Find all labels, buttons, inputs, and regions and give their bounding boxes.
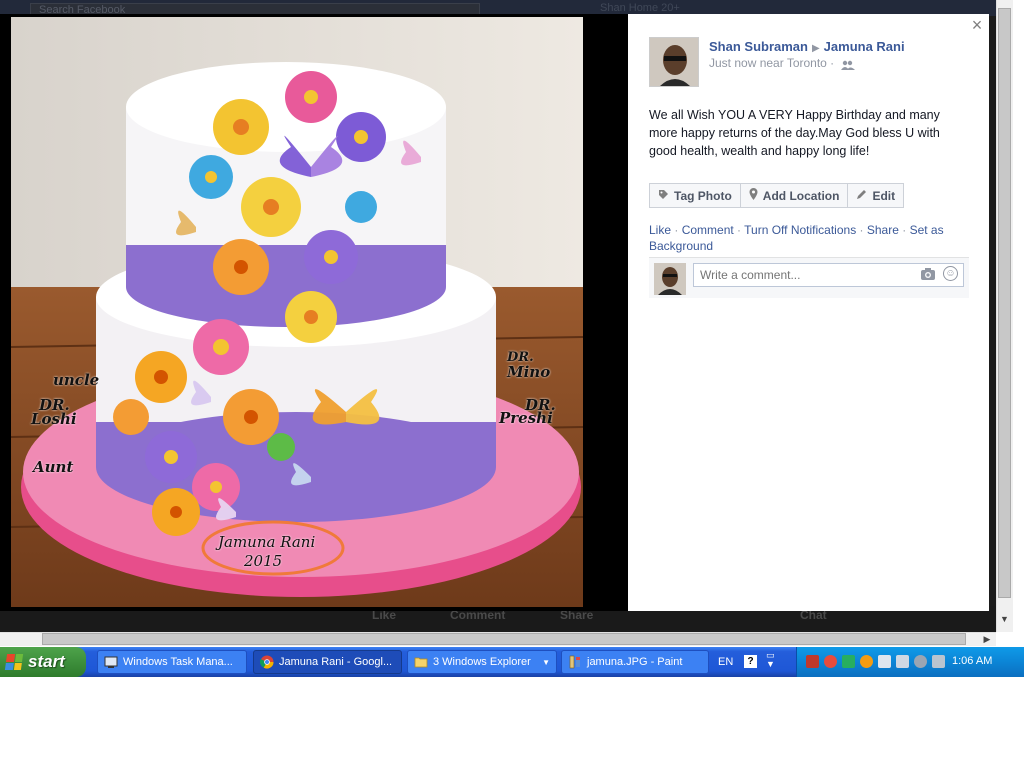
start-button[interactable]: start <box>0 647 86 677</box>
tray-opera-icon[interactable] <box>824 655 837 668</box>
language-bar-options-icon[interactable]: ▭ ▼ <box>766 651 775 669</box>
photo-action-buttons: Tag Photo Add Location Edit <box>649 183 905 208</box>
location-pin-icon <box>749 188 758 203</box>
ufi-links: Like · Comment · Turn Off Notifications … <box>649 223 944 253</box>
tray-display-icon[interactable] <box>896 655 909 668</box>
language-indicator[interactable]: EN <box>718 656 733 668</box>
camera-icon[interactable] <box>920 267 936 281</box>
start-label: start <box>28 652 65 671</box>
tray-app-icon[interactable] <box>806 655 819 668</box>
post-meta: Just now near Toronto · <box>709 56 855 70</box>
label-dr-preshi: Preshi <box>499 409 553 427</box>
screen: Search Facebook Shan Home 20+ Like Comme… <box>0 0 1024 768</box>
windows-logo-icon <box>4 654 24 670</box>
taskbar-chrome[interactable]: Jamuna Rani - Googl... <box>253 650 402 674</box>
paint-icon <box>568 655 582 669</box>
label-dr-mino: Mino <box>507 363 551 381</box>
task-label: Windows Task Mana... <box>123 656 233 668</box>
task-label: 3 Windows Explorer <box>433 656 531 668</box>
cake-photo[interactable]: uncle DR. Loshi Aunt DR. Mino DR. Preshi… <box>11 17 583 607</box>
avatar-portrait-icon <box>650 38 698 86</box>
add-location-label: Add Location <box>762 188 840 203</box>
tray-orange-icon[interactable] <box>860 655 873 668</box>
cake-illustration <box>11 17 583 607</box>
like-link[interactable]: Like <box>649 223 671 237</box>
arrow-right-icon: ▶ <box>811 43 820 54</box>
label-year: 2015 <box>244 552 283 570</box>
group-arrow-icon: ▼ <box>542 657 550 667</box>
author-line: Shan Subraman ▶ Jamuna Rani <box>709 39 905 54</box>
smiley-icon[interactable]: ☺ <box>943 266 958 281</box>
scroll-down-arrow-icon[interactable]: ▼ <box>998 614 1011 628</box>
photo-caption: We all Wish YOU A VERY Happy Birthday an… <box>649 108 940 158</box>
vertical-scrollbar-thumb[interactable] <box>998 8 1011 598</box>
task-label: Jamuna Rani - Googl... <box>279 656 393 668</box>
task-manager-icon <box>104 655 118 669</box>
tray-device-icon[interactable] <box>932 655 945 668</box>
tray-network-icon[interactable] <box>878 655 891 668</box>
task-label: jamuna.JPG - Paint <box>587 656 683 668</box>
folder-icon <box>414 655 428 669</box>
comment-link[interactable]: Comment <box>682 223 734 237</box>
tag-icon <box>658 189 669 203</box>
commenter-avatar <box>654 263 686 295</box>
help-icon[interactable]: ? <box>744 655 757 668</box>
share-link[interactable]: Share <box>867 223 899 237</box>
taskbar-task-manager[interactable]: Windows Task Mana... <box>97 650 247 674</box>
tray-green-icon[interactable] <box>842 655 855 668</box>
clock[interactable]: 1:06 AM <box>952 655 992 667</box>
taskbar-paint[interactable]: jamuna.JPG - Paint <box>561 650 709 674</box>
horizontal-scrollbar-thumb[interactable] <box>42 633 966 645</box>
photo-stage: uncle DR. Loshi Aunt DR. Mino DR. Preshi… <box>0 14 628 611</box>
edit-button[interactable]: Edit <box>848 183 905 208</box>
add-location-button[interactable]: Add Location <box>740 183 849 208</box>
topnav-links[interactable]: Shan Home 20+ <box>600 2 680 14</box>
friends-audience-icon[interactable] <box>840 59 855 70</box>
avatar-portrait-icon <box>654 263 686 295</box>
photo-info-panel <box>628 14 989 611</box>
post-meta-text[interactable]: Just now near Toronto · <box>709 56 834 70</box>
recipient-name-link[interactable]: Jamuna Rani <box>824 39 905 54</box>
tray-volume-icon[interactable] <box>914 655 927 668</box>
close-icon[interactable]: × <box>969 16 985 34</box>
tag-photo-label: Tag Photo <box>674 188 732 203</box>
author-name-link[interactable]: Shan Subraman <box>709 39 808 54</box>
label-aunt: Aunt <box>33 458 74 476</box>
label-uncle: uncle <box>53 371 100 389</box>
chrome-icon <box>259 655 274 669</box>
author-avatar[interactable] <box>649 37 699 87</box>
scroll-right-arrow-icon[interactable]: ▶ <box>980 632 994 646</box>
pencil-icon <box>856 189 867 203</box>
turn-off-notifications-link[interactable]: Turn Off Notifications <box>744 223 856 237</box>
taskbar-windows-explorer[interactable]: 3 Windows Explorer ▼ <box>407 650 557 674</box>
tag-photo-button[interactable]: Tag Photo <box>649 183 741 208</box>
label-dr-loshi: Loshi <box>31 410 77 428</box>
label-jamuna-rani: Jamuna Rani <box>218 533 316 551</box>
edit-label: Edit <box>872 188 896 203</box>
